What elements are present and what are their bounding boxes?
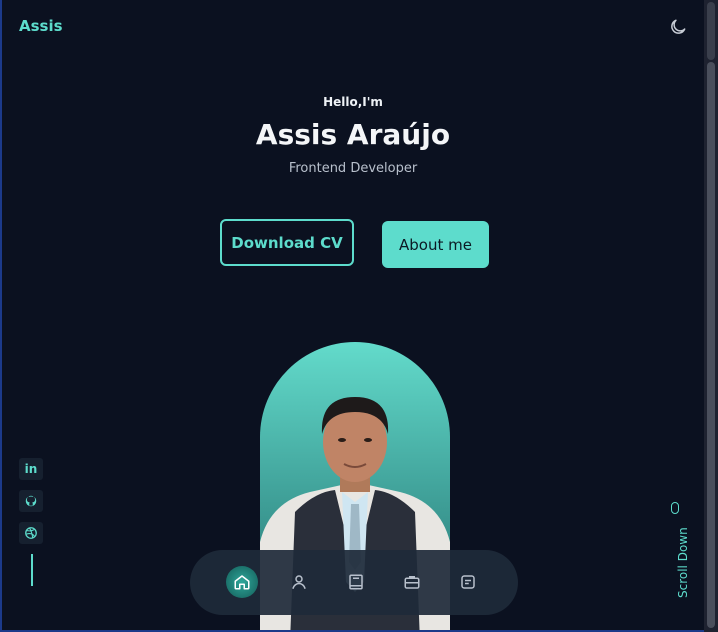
nav-skills[interactable]: [341, 567, 371, 597]
scrollbar-thumb[interactable]: [707, 62, 715, 628]
nav-portfolio[interactable]: [397, 567, 427, 597]
hero-greeting: Hello,I'm: [323, 95, 383, 109]
brand-logo[interactable]: Assis: [19, 17, 63, 35]
linkedin-glyph: in: [24, 462, 38, 476]
dribbble-icon[interactable]: [19, 522, 43, 544]
browser-viewport: Assis Hello,I'm Assis Araújo Frontend De…: [2, 0, 704, 630]
briefcase-icon: [404, 576, 420, 589]
github-glyph: [25, 495, 37, 507]
social-divider: [31, 554, 33, 586]
book-icon: [349, 574, 363, 590]
message-icon: [461, 575, 475, 589]
scroll-down-link[interactable]: Scroll Down: [676, 527, 690, 598]
scrollbar[interactable]: [704, 0, 718, 632]
moon-icon[interactable]: [668, 17, 688, 37]
scrollbar-thumb-top[interactable]: [707, 2, 715, 60]
user-icon: [292, 575, 306, 589]
nav-contact[interactable]: [453, 567, 483, 597]
dribbble-glyph: [25, 527, 37, 539]
hero-role: Frontend Developer: [288, 161, 418, 176]
linkedin-icon[interactable]: in: [19, 458, 43, 480]
github-icon[interactable]: [19, 490, 43, 512]
nav-home[interactable]: [227, 567, 257, 597]
bottom-nav: [190, 550, 518, 615]
mouse-icon: [671, 502, 679, 514]
nav-about[interactable]: [284, 567, 314, 597]
home-icon: [234, 575, 250, 590]
about-me-button[interactable]: About me: [382, 221, 489, 268]
download-cv-button[interactable]: Download CV: [220, 219, 354, 266]
hero-name: Assis Araújo: [255, 118, 451, 151]
